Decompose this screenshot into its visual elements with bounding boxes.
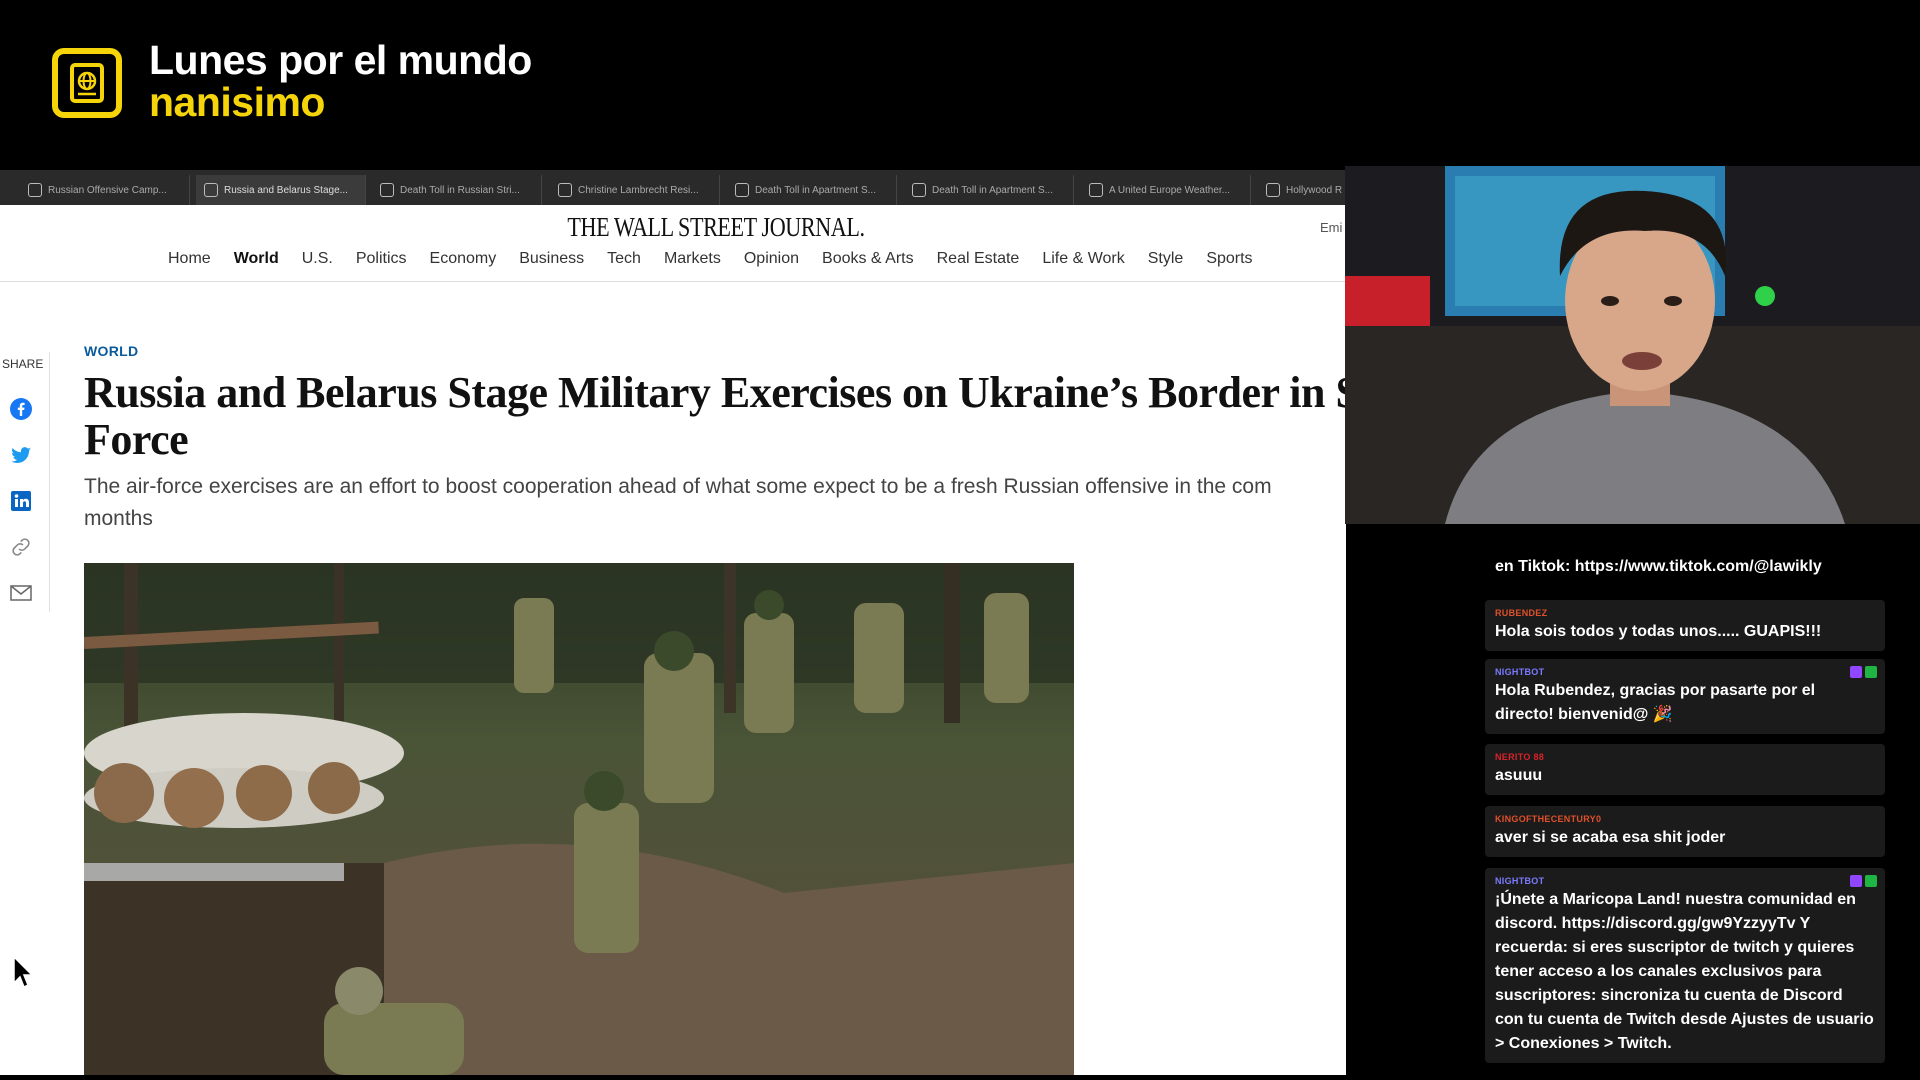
globe-book-icon	[52, 48, 122, 118]
chat-username[interactable]: NIGHTBOT	[1495, 874, 1875, 888]
soldiers-trench-photo	[84, 563, 1074, 1075]
browser-tab[interactable]: Death Toll in Apartment S...	[904, 175, 1074, 205]
chat-message-text: en Tiktok: https://www.tiktok.com/@lawik…	[1495, 558, 1822, 575]
favicon-icon	[1089, 183, 1103, 197]
browser-tab[interactable]: Russian Offensive Camp...	[20, 175, 190, 205]
nav-item-markets[interactable]: Markets	[664, 250, 721, 268]
chat-username[interactable]: NERITO 88	[1495, 750, 1875, 764]
verified-badge-icon	[1865, 875, 1877, 887]
browser-tab-active[interactable]: Russia and Belarus Stage...	[196, 175, 366, 205]
nav-item-business[interactable]: Business	[519, 250, 584, 268]
browser-window: Russian Offensive Camp... Russia and Bel…	[0, 170, 1346, 1075]
favicon-icon	[1266, 183, 1280, 197]
chat-badges	[1850, 666, 1877, 678]
share-label: SHARE	[2, 357, 44, 371]
browser-tab-label: Death Toll in Apartment S...	[755, 184, 876, 196]
browser-tab-label: Christine Lambrecht Resi...	[578, 184, 699, 196]
nav-item-us[interactable]: U.S.	[302, 250, 333, 268]
browser-tab[interactable]: Hollywood R	[1258, 175, 1346, 205]
facebook-icon[interactable]	[9, 397, 33, 421]
nav-item-opinion[interactable]: Opinion	[744, 250, 799, 268]
article-headline: Russia and Belarus Stage Military Exerci…	[84, 369, 1346, 463]
browser-tab-label: Hollywood R	[1286, 184, 1343, 196]
chat-message: NIGHTBOT Hola Rubendez, gracias por pasa…	[1485, 659, 1885, 734]
webcam-feed	[1345, 166, 1920, 524]
article-section-label[interactable]: WORLD	[84, 343, 1346, 359]
chat-message: NERITO 88 asuuu	[1485, 744, 1885, 795]
moderator-badge-icon	[1850, 666, 1862, 678]
browser-tab-label: Death Toll in Russian Stri...	[400, 184, 520, 196]
link-icon[interactable]	[9, 535, 33, 559]
favicon-icon	[28, 183, 42, 197]
share-rail: SHARE	[0, 352, 50, 612]
chat-message-text: asuuu	[1495, 767, 1543, 784]
chat-message-text: Hola sois todos y todas unos..... GUAPIS…	[1495, 623, 1822, 640]
browser-tab[interactable]: Death Toll in Apartment S...	[727, 175, 897, 205]
favicon-icon	[558, 183, 572, 197]
nav-item-economy[interactable]: Economy	[430, 250, 497, 268]
moderator-badge-icon	[1850, 875, 1862, 887]
chat-message-text: aver si se acaba esa shit joder	[1495, 829, 1726, 846]
chat-message: RUBENDEZ Hola sois todos y todas unos...…	[1485, 600, 1885, 651]
chat-username[interactable]: RUBENDEZ	[1495, 606, 1875, 620]
chat-message-text: Hola Rubendez, gracias por pasarte por e…	[1495, 682, 1816, 723]
nav-item-books-arts[interactable]: Books & Arts	[822, 250, 914, 268]
nav-item-style[interactable]: Style	[1148, 250, 1184, 268]
chat-message: KINGOFTHECENTURY0 aver si se acaba esa s…	[1485, 806, 1885, 857]
headline-line-2: Force	[84, 415, 189, 464]
browser-tab[interactable]: Death Toll in Russian Stri...	[372, 175, 542, 205]
browser-tab[interactable]: A United Europe Weather...	[1081, 175, 1251, 205]
headline-line-1: Russia and Belarus Stage Military Exerci…	[84, 368, 1346, 417]
browser-tab-label: Russian Offensive Camp...	[48, 184, 167, 196]
mouse-cursor-icon	[13, 955, 34, 989]
twitch-chat-panel: en Tiktok: https://www.tiktok.com/@lawik…	[1485, 525, 1920, 1080]
webcam-streamer-image	[1345, 166, 1920, 524]
chat-message-text: ¡Únete a Maricopa Land! nuestra comunida…	[1495, 891, 1874, 1052]
article: WORLD Russia and Belarus Stage Military …	[84, 343, 1346, 535]
streamer-name: nanisimo	[149, 79, 325, 125]
chat-username[interactable]: NIGHTBOT	[1495, 665, 1875, 679]
nav-item-politics[interactable]: Politics	[356, 250, 407, 268]
stream-overlay-header: Lunes por el mundo nanisimo	[0, 0, 1920, 170]
browser-tab-label: Death Toll in Apartment S...	[932, 184, 1053, 196]
browser-tab[interactable]: Christine Lambrecht Resi...	[550, 175, 720, 205]
favicon-icon	[912, 183, 926, 197]
favicon-icon	[204, 183, 218, 197]
nav-item-world[interactable]: World	[234, 250, 279, 268]
dek-line-1: The air-force exercises are an effort to…	[84, 475, 1272, 498]
twitter-icon[interactable]	[9, 443, 33, 467]
browser-tab-label: A United Europe Weather...	[1109, 184, 1231, 196]
wsj-nav: Home World U.S. Politics Economy Busines…	[168, 250, 1253, 268]
chat-badges	[1850, 875, 1877, 887]
email-link[interactable]: Emi	[1320, 220, 1342, 235]
chat-message: en Tiktok: https://www.tiktok.com/@lawik…	[1485, 555, 1885, 586]
favicon-icon	[380, 183, 394, 197]
chat-username[interactable]: KINGOFTHECENTURY0	[1495, 812, 1875, 826]
nav-item-real-estate[interactable]: Real Estate	[937, 250, 1020, 268]
wsj-logo[interactable]: THE WALL STREET JOURNAL.	[129, 212, 1303, 243]
nav-item-home[interactable]: Home	[168, 250, 211, 268]
wsj-header: THE WALL STREET JOURNAL. Emi Home World …	[0, 205, 1346, 282]
verified-badge-icon	[1865, 666, 1877, 678]
favicon-icon	[735, 183, 749, 197]
nav-item-life-work[interactable]: Life & Work	[1042, 250, 1124, 268]
stream-title: Lunes por el mundo	[149, 37, 532, 83]
browser-tab-label: Russia and Belarus Stage...	[224, 184, 348, 196]
dek-line-2: months	[84, 507, 153, 530]
browser-tab-strip: Russian Offensive Camp... Russia and Bel…	[0, 170, 1346, 205]
nav-item-sports[interactable]: Sports	[1206, 250, 1252, 268]
chat-message: NIGHTBOT ¡Únete a Maricopa Land! nuestra…	[1485, 868, 1885, 1063]
email-icon[interactable]	[9, 581, 33, 605]
nav-item-tech[interactable]: Tech	[607, 250, 641, 268]
linkedin-icon[interactable]	[9, 489, 33, 513]
article-hero-image	[84, 563, 1074, 1075]
article-dek: The air-force exercises are an effort to…	[84, 471, 1346, 535]
